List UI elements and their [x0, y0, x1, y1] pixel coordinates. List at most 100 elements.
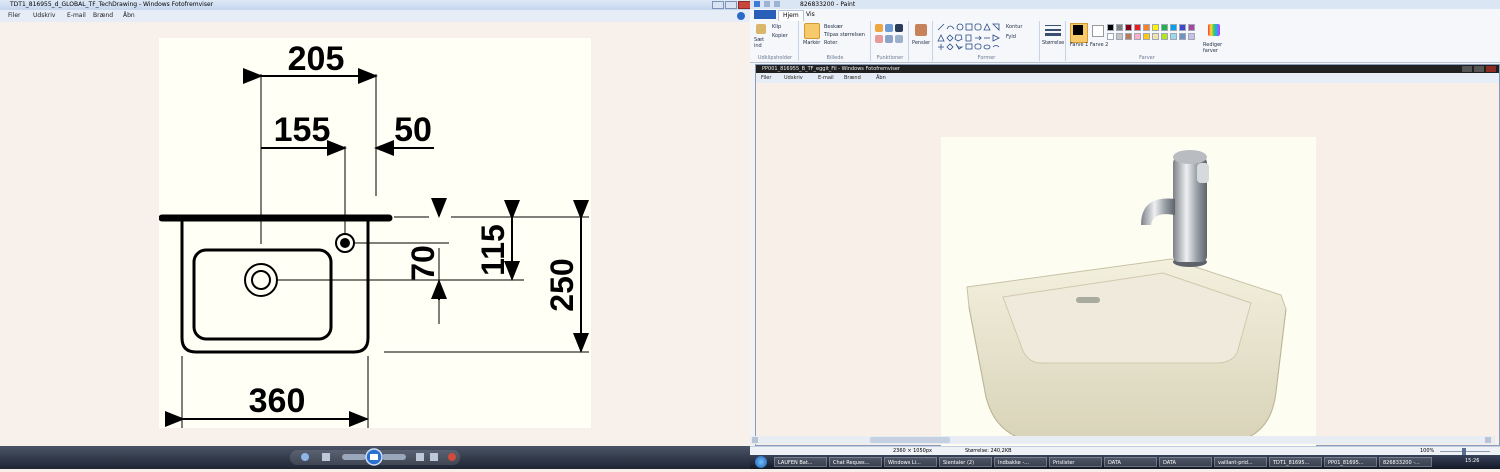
- menu-print[interactable]: Udskriv: [33, 10, 56, 22]
- paint-app-icon: [754, 1, 760, 7]
- scroll-left-button[interactable]: [752, 437, 758, 443]
- size-button[interactable]: Størrelse: [1042, 40, 1064, 46]
- palette-swatch[interactable]: [1161, 24, 1168, 31]
- brushes-button[interactable]: Pensler: [912, 40, 930, 46]
- brush-icon[interactable]: [915, 24, 927, 36]
- palette-swatch[interactable]: [1152, 24, 1159, 31]
- group-label: Funktioner: [876, 55, 904, 61]
- viewer-controls-bar: [0, 446, 750, 469]
- palette-swatch[interactable]: [1134, 33, 1141, 40]
- dim-360: 360: [249, 382, 306, 420]
- inner-close-button[interactable]: [1486, 66, 1496, 72]
- palette-swatch[interactable]: [1107, 33, 1114, 40]
- rotate-left-icon: [416, 453, 424, 461]
- palette-swatch[interactable]: [1152, 33, 1159, 40]
- paste-button[interactable]: Sæt ind: [754, 37, 770, 49]
- fill-icon[interactable]: [885, 24, 893, 32]
- minimize-button[interactable]: [712, 1, 724, 9]
- taskbar-item[interactable]: Windows Li...: [884, 457, 937, 467]
- inner-minimize-button[interactable]: [1462, 66, 1472, 72]
- taskbar-item[interactable]: Sientaler (2): [939, 457, 992, 467]
- palette-swatch[interactable]: [1188, 24, 1195, 31]
- palette-swatch[interactable]: [1170, 24, 1177, 31]
- taskbar: LAUFEN Bat... Chat Reques... Windows Li...…: [750, 455, 1500, 469]
- horizontal-scrollbar[interactable]: [750, 436, 1495, 444]
- inner-menu-email[interactable]: E-mail: [818, 73, 834, 83]
- zoom-icon: [301, 453, 309, 461]
- taskbar-item[interactable]: Prislister: [1049, 457, 1102, 467]
- undo-icon[interactable]: [774, 1, 780, 7]
- menu-burn[interactable]: Brænd: [93, 10, 113, 22]
- taskbar-item[interactable]: vaillant-prid...: [1214, 457, 1267, 467]
- palette-swatch[interactable]: [1125, 24, 1132, 31]
- inner-window-title: PP001_816955_B_TF_eggit_Fil - Windows Fo…: [762, 66, 900, 72]
- edit-colors-icon[interactable]: [1208, 24, 1220, 36]
- color1-label: Farve 1: [1070, 42, 1089, 48]
- copy-button[interactable]: Kopier: [772, 33, 788, 39]
- delete-icon: [448, 453, 456, 461]
- palette-swatch[interactable]: [1107, 24, 1114, 31]
- scroll-thumb[interactable]: [870, 437, 950, 443]
- tab-view[interactable]: Vis: [802, 10, 819, 20]
- text-icon[interactable]: [895, 24, 903, 32]
- palette-swatch[interactable]: [1170, 33, 1177, 40]
- scroll-right-button[interactable]: [1485, 437, 1491, 443]
- palette-swatch[interactable]: [1116, 24, 1123, 31]
- palette-swatch[interactable]: [1179, 33, 1186, 40]
- start-button[interactable]: [755, 456, 767, 468]
- eraser-icon[interactable]: [875, 35, 883, 43]
- cut-button[interactable]: Klip: [772, 24, 781, 30]
- menu-open[interactable]: Åbn: [123, 10, 135, 22]
- taskbar-item[interactable]: TDT1_81695...: [1269, 457, 1322, 467]
- color-picker-icon[interactable]: [885, 35, 893, 43]
- taskbar-item[interactable]: DATA: [1159, 457, 1212, 467]
- palette-swatch[interactable]: [1134, 24, 1141, 31]
- select-button[interactable]: Markér: [803, 40, 820, 46]
- group-label: Former: [977, 55, 996, 61]
- menu-email[interactable]: E-mail: [67, 10, 86, 22]
- maximize-button[interactable]: [725, 1, 737, 9]
- drain-inner: [251, 270, 271, 290]
- taskbar-item[interactable]: PP01_81695...: [1324, 457, 1377, 467]
- zoom-slider-thumb[interactable]: [1462, 448, 1466, 455]
- magnifier-icon[interactable]: [895, 35, 903, 43]
- taskbar-item[interactable]: LAUFEN Bat...: [774, 457, 827, 467]
- basin-overflow: [1076, 297, 1100, 303]
- taskbar-item[interactable]: Chat Reques...: [829, 457, 882, 467]
- select-icon[interactable]: [804, 23, 820, 39]
- rotate-right-icon: [430, 453, 438, 461]
- size-icon[interactable]: [1045, 25, 1061, 37]
- palette-swatch[interactable]: [1116, 33, 1123, 40]
- inner-menu-print[interactable]: Udskriv: [784, 73, 803, 83]
- edit-colors-button[interactable]: Rediger farver: [1203, 42, 1227, 54]
- taskbar-item[interactable]: 826833200 -...: [1379, 457, 1432, 467]
- palette-swatch[interactable]: [1143, 24, 1150, 31]
- palette-swatch[interactable]: [1143, 33, 1150, 40]
- inner-menu-file[interactable]: Filer: [761, 73, 771, 83]
- clock: 15:26: [1465, 458, 1480, 464]
- shapes-gallery[interactable]: [936, 23, 1002, 50]
- paint-menu-button[interactable]: [754, 10, 776, 19]
- inner-menu-open[interactable]: Åbn: [876, 73, 886, 83]
- outline-dropdown[interactable]: Kontur: [1006, 24, 1022, 30]
- color2-swatch[interactable]: [1092, 25, 1104, 37]
- fill-dropdown[interactable]: Fyld: [1006, 34, 1016, 40]
- inner-maximize-button[interactable]: [1474, 66, 1484, 72]
- rotate-button[interactable]: Roter: [824, 40, 837, 46]
- palette-swatch[interactable]: [1188, 33, 1195, 40]
- palette-swatch[interactable]: [1179, 24, 1186, 31]
- menu-file[interactable]: Filer: [8, 10, 21, 22]
- pencil-icon[interactable]: [875, 24, 883, 32]
- taskbar-item[interactable]: DATA: [1104, 457, 1157, 467]
- paste-icon[interactable]: [756, 24, 766, 34]
- save-icon[interactable]: [764, 1, 770, 7]
- resize-button[interactable]: Tilpas størrelsen: [824, 32, 865, 38]
- tab-home[interactable]: Hjem: [778, 10, 804, 21]
- inner-menu-burn[interactable]: Brænd: [844, 73, 861, 83]
- help-icon[interactable]: [737, 12, 745, 20]
- taskbar-item[interactable]: Indbakke -...: [994, 457, 1047, 467]
- crop-button[interactable]: Beskær: [824, 24, 843, 30]
- color1-swatch: [1073, 25, 1083, 35]
- palette-swatch[interactable]: [1125, 33, 1132, 40]
- palette-swatch[interactable]: [1161, 33, 1168, 40]
